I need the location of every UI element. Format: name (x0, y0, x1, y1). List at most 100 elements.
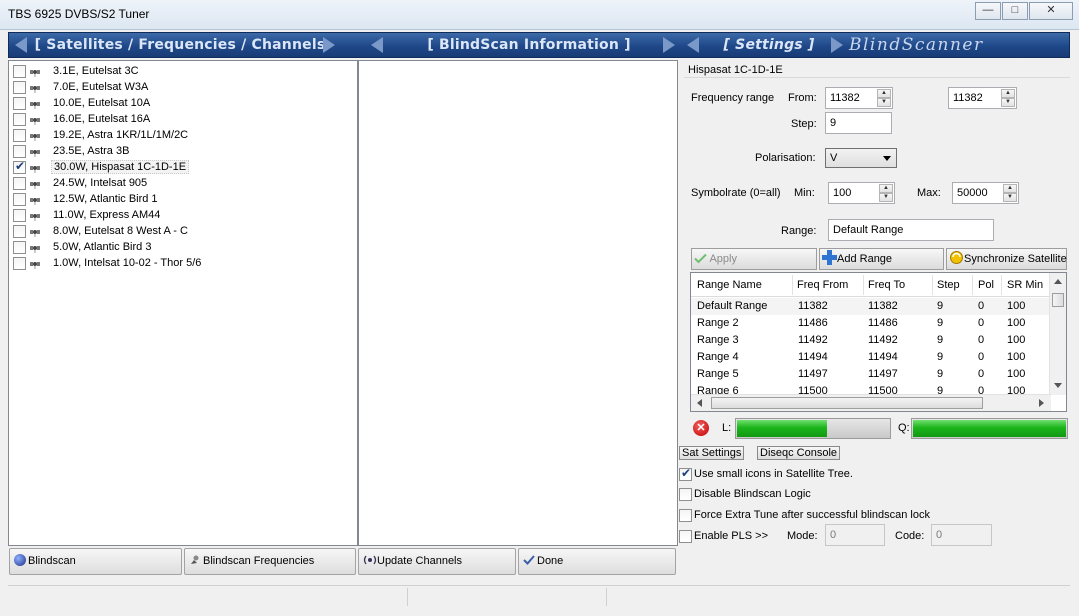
table-row[interactable]: Range 4 11494 11494 9 0 100 (691, 349, 1051, 366)
scroll-down-icon[interactable] (1054, 383, 1062, 388)
sat-settings-button[interactable]: Sat Settings (679, 446, 745, 460)
satellite-checkbox[interactable] (13, 97, 26, 110)
scroll-up-icon[interactable] (1054, 279, 1062, 284)
column-header[interactable]: Freq From (797, 279, 848, 291)
symbolrate-max-spinner[interactable]: ▲ ▼ (1003, 184, 1017, 202)
symbolrate-max-input[interactable]: 50000 ▲ ▼ (952, 182, 1019, 204)
spin-down-icon[interactable]: ▼ (877, 98, 891, 107)
satellite-checkbox[interactable] (13, 257, 26, 270)
spin-down-icon[interactable]: ▼ (879, 193, 893, 202)
satellite-item[interactable]: 12.5W, Atlantic Bird 1 (13, 192, 353, 208)
satellite-checkbox[interactable] (13, 81, 26, 94)
satellite-item[interactable]: 8.0W, Eutelsat 8 West A - C (13, 224, 353, 240)
vertical-scrollbar[interactable] (1049, 273, 1066, 395)
range-table[interactable]: Range Name Freq From Freq To Step Pol SR… (690, 272, 1067, 412)
add-range-button[interactable]: Add Range (819, 248, 944, 270)
table-row[interactable]: Range 2 11486 11486 9 0 100 (691, 315, 1051, 332)
nav-left-arrow-icon[interactable] (15, 37, 27, 53)
satellite-item[interactable]: 23.5E, Astra 3B (13, 144, 353, 160)
nav-left-arrow-icon[interactable] (371, 37, 383, 53)
pls-mode-input[interactable]: 0 (825, 524, 885, 546)
column-header[interactable]: Range Name (697, 279, 762, 291)
spin-up-icon[interactable]: ▲ (879, 184, 893, 193)
satellite-item[interactable]: 19.2E, Astra 1KR/1L/1M/2C (13, 128, 353, 144)
satellite-item[interactable]: 11.0W, Express AM44 (13, 208, 353, 224)
nav-left-arrow-icon[interactable] (687, 37, 699, 53)
column-separator[interactable] (863, 275, 864, 295)
symbolrate-min-input[interactable]: 100 ▲ ▼ (828, 182, 895, 204)
satellite-checkbox[interactable] (13, 225, 26, 238)
frequency-to-spinner[interactable]: ▲ ▼ (1001, 89, 1015, 107)
table-cell: 11494 (798, 351, 828, 363)
column-separator[interactable] (792, 275, 793, 295)
nav-right-arrow-icon[interactable] (323, 37, 335, 53)
force-extra-tune-checkbox[interactable] (679, 509, 692, 522)
table-cell: 9 (937, 334, 944, 346)
satellite-item[interactable]: 16.0E, Eutelsat 16A (13, 112, 353, 128)
small-icons-checkbox[interactable]: ✔ (679, 466, 692, 481)
satellite-tree[interactable]: 3.1E, Eutelsat 3C 7.0E, Eutelsat W3A 10.0E… (8, 60, 358, 546)
column-header[interactable]: SR Min (1007, 279, 1043, 291)
satellite-checkbox[interactable] (13, 145, 26, 158)
satellite-item[interactable]: 1.0W, Intelsat 10-02 - Thor 5/6 (13, 256, 353, 272)
enable-pls-checkbox[interactable] (679, 530, 692, 543)
tab-blindscan-information[interactable]: [ BlindScan Information ] (389, 33, 669, 57)
satellite-item[interactable]: 10.0E, Eutelsat 10A (13, 96, 353, 112)
symbolrate-min-spinner[interactable]: ▲ ▼ (879, 184, 893, 202)
update-channels-button[interactable]: Update Channels (358, 548, 516, 575)
satellite-checkbox[interactable] (13, 129, 26, 142)
satellite-item[interactable]: 3.1E, Eutelsat 3C (13, 64, 353, 80)
maximize-button[interactable]: □ (1002, 2, 1028, 20)
step-input[interactable]: 9 (825, 112, 892, 134)
table-row[interactable]: Default Range 11382 11382 9 0 100 (691, 298, 1051, 315)
column-separator[interactable] (932, 275, 933, 295)
polarisation-select[interactable]: V (825, 148, 897, 168)
frequency-to-input[interactable]: 11382 ▲ ▼ (948, 87, 1017, 109)
satellite-checkbox[interactable] (13, 177, 26, 190)
pls-code-input[interactable]: 0 (931, 524, 992, 546)
nav-right-arrow-icon[interactable] (831, 37, 843, 53)
spin-up-icon[interactable]: ▲ (1003, 184, 1017, 193)
apply-button[interactable]: Apply (691, 248, 817, 270)
table-row[interactable]: Range 5 11497 11497 9 0 100 (691, 366, 1051, 383)
close-button[interactable]: ✕ (1029, 2, 1073, 20)
satellite-checkbox[interactable] (13, 65, 26, 78)
table-row[interactable]: Range 3 11492 11492 9 0 100 (691, 332, 1051, 349)
satellite-item[interactable]: ✔ 30.0W, Hispasat 1C-1D-1E (13, 159, 353, 176)
disable-blindscan-logic-checkbox[interactable] (679, 488, 692, 501)
spin-down-icon[interactable]: ▼ (1001, 98, 1015, 107)
diseqc-console-button[interactable]: Diseqc Console (757, 446, 841, 460)
column-header[interactable]: Step (937, 279, 960, 291)
scroll-left-icon[interactable] (697, 399, 702, 407)
satellite-item[interactable]: 7.0E, Eutelsat W3A (13, 80, 353, 96)
horizontal-scrollbar[interactable] (691, 394, 1051, 411)
done-button[interactable]: Done (518, 548, 676, 575)
tab-satellites[interactable]: [ Satellites / Frequencies / Channels ] (33, 33, 327, 77)
frequency-from-spinner[interactable]: ▲ ▼ (877, 89, 891, 107)
scroll-thumb[interactable] (711, 397, 983, 409)
range-name-input[interactable]: Default Range (828, 219, 994, 241)
scroll-right-icon[interactable] (1039, 399, 1044, 407)
satellite-checkbox[interactable] (13, 113, 26, 126)
column-header[interactable]: Freq To (868, 279, 905, 291)
spin-up-icon[interactable]: ▲ (1001, 89, 1015, 98)
column-separator[interactable] (972, 275, 973, 295)
nav-right-arrow-icon[interactable] (663, 37, 675, 53)
scroll-thumb[interactable] (1052, 293, 1064, 307)
blindscan-button[interactable]: Blindscan (9, 548, 182, 575)
satellite-checkbox[interactable]: ✔ (13, 159, 26, 174)
spin-up-icon[interactable]: ▲ (877, 89, 891, 98)
satellite-checkbox[interactable] (13, 193, 26, 206)
spin-down-icon[interactable]: ▼ (1003, 193, 1017, 202)
column-separator[interactable] (1001, 275, 1002, 295)
satellite-item[interactable]: 24.5W, Intelsat 905 (13, 176, 353, 192)
satellite-item[interactable]: 5.0W, Atlantic Bird 3 (13, 240, 353, 256)
satellite-checkbox[interactable] (13, 209, 26, 222)
column-header[interactable]: Pol (978, 279, 994, 291)
satellite-checkbox[interactable] (13, 241, 26, 254)
blindscan-frequencies-button[interactable]: Blindscan Frequencies (184, 548, 356, 575)
tab-settings[interactable]: [ Settings ] (709, 33, 829, 57)
synchronize-satellite-button[interactable]: Synchronize Satellite (946, 248, 1067, 270)
minimize-button[interactable]: — (975, 2, 1001, 20)
frequency-from-input[interactable]: 11382 ▲ ▼ (825, 87, 893, 109)
